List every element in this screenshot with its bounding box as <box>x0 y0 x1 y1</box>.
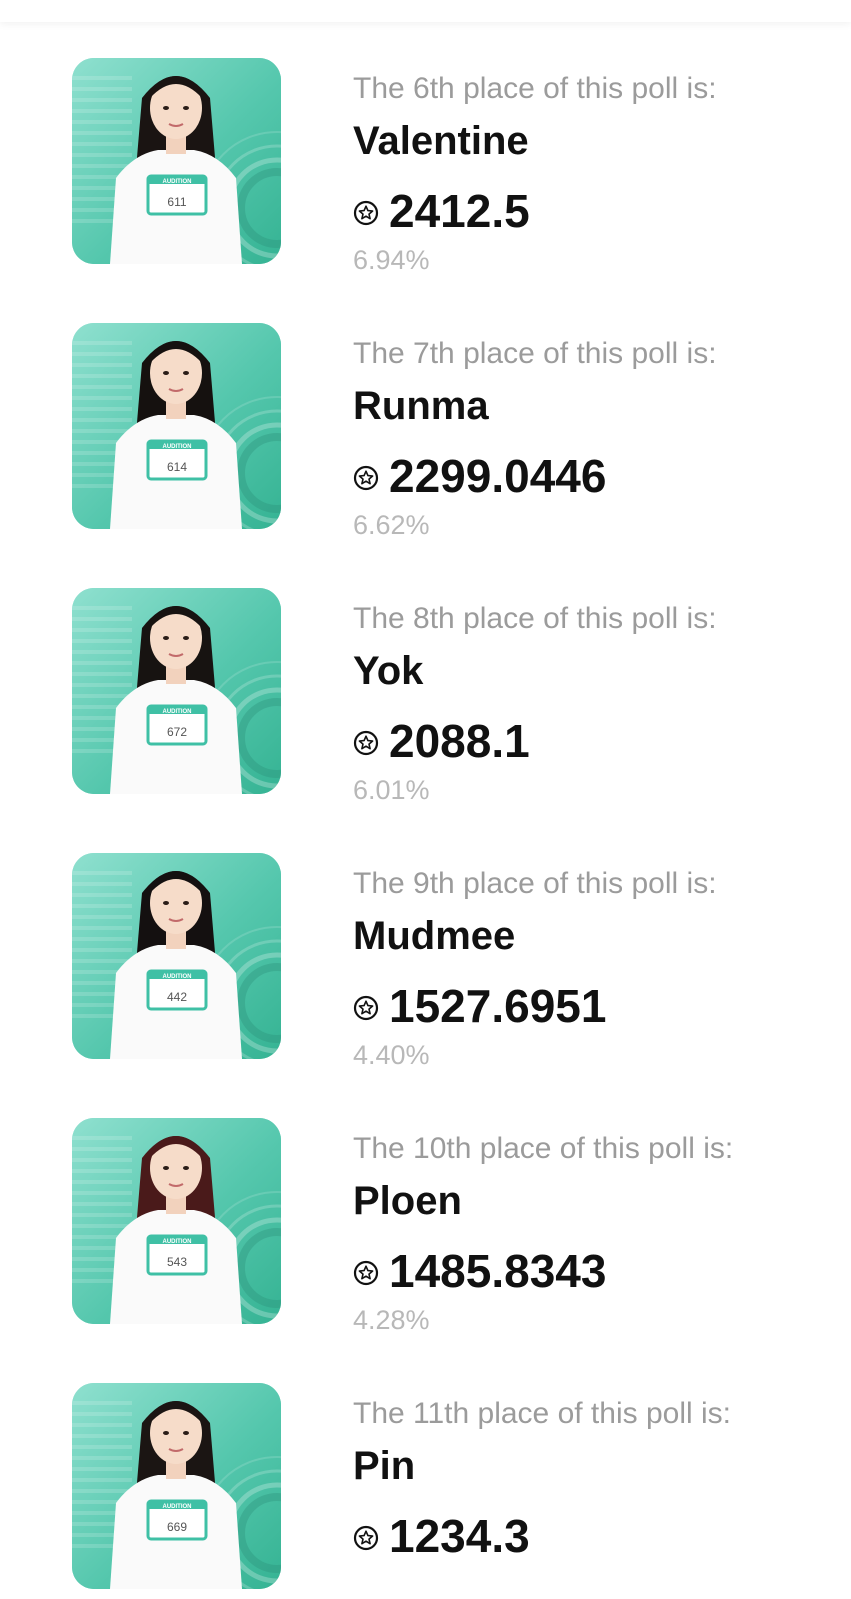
avatar: AUDITION 543 <box>72 1118 281 1324</box>
score-row: 1234.3 <box>353 1510 823 1562</box>
svg-text:442: 442 <box>167 990 187 1004</box>
list-item[interactable]: AUDITION 543 The 10th place of this poll … <box>0 1060 851 1335</box>
entry-info: The 6th place of this poll is: Valentine… <box>353 70 823 277</box>
svg-text:672: 672 <box>167 725 187 739</box>
star-in-circle-icon <box>353 465 379 491</box>
svg-text:AUDITION: AUDITION <box>163 444 192 450</box>
svg-text:611: 611 <box>167 195 186 209</box>
place-text: The 11th place of this poll is: <box>353 1397 731 1430</box>
entry-info: The 7th place of this poll is: Runma 229… <box>353 335 823 542</box>
score-value: 2299.0446 <box>389 450 607 502</box>
star-in-circle-icon <box>353 730 379 756</box>
score-value: 1485.8343 <box>389 1245 607 1297</box>
candidate-name: Mudmee <box>353 914 516 958</box>
score-row: 1485.8343 <box>353 1245 823 1297</box>
score-value: 2412.5 <box>389 185 530 237</box>
place-text: The 6th place of this poll is: <box>353 72 717 105</box>
score-row: 2412.5 <box>353 185 823 237</box>
svg-text:AUDITION: AUDITION <box>163 1239 192 1245</box>
star-in-circle-icon <box>353 200 379 226</box>
svg-text:614: 614 <box>167 460 187 474</box>
svg-text:AUDITION: AUDITION <box>163 179 192 185</box>
list-item[interactable]: AUDITION 672 The 8th place of this poll i… <box>0 530 851 805</box>
svg-text:AUDITION: AUDITION <box>163 1504 192 1510</box>
place-text: The 9th place of this poll is: <box>353 867 717 900</box>
list-item[interactable]: AUDITION 669 The 11th place of this poll … <box>0 1325 851 1595</box>
avatar: AUDITION 442 <box>72 853 281 1059</box>
avatar: AUDITION 672 <box>72 588 281 794</box>
candidate-name: Runma <box>353 384 489 428</box>
score-value: 2088.1 <box>389 715 530 767</box>
star-in-circle-icon <box>353 1525 379 1551</box>
score-row: 2299.0446 <box>353 450 823 502</box>
list-item[interactable]: AUDITION 611 The 6th place of this poll i… <box>0 0 851 275</box>
list-item[interactable]: AUDITION 614 The 7th place of this poll i… <box>0 265 851 540</box>
entry-info: The 8th place of this poll is: Yok 2088.… <box>353 600 823 807</box>
avatar: AUDITION 669 <box>72 1383 281 1589</box>
score-row: 2088.1 <box>353 715 823 767</box>
candidate-name: Ploen <box>353 1179 462 1223</box>
candidate-name: Pin <box>353 1444 416 1488</box>
avatar: AUDITION 611 <box>72 58 281 264</box>
score-row: 1527.6951 <box>353 980 823 1032</box>
svg-text:543: 543 <box>167 1255 187 1269</box>
entry-info: The 10th place of this poll is: Ploen 14… <box>353 1130 823 1337</box>
score-value: 1527.6951 <box>389 980 607 1032</box>
place-text: The 10th place of this poll is: <box>353 1132 734 1165</box>
score-value: 1234.3 <box>389 1510 530 1562</box>
candidate-name: Valentine <box>353 119 529 163</box>
svg-text:669: 669 <box>167 1520 187 1534</box>
entry-info: The 11th place of this poll is: Pin 1234… <box>353 1395 823 1568</box>
avatar: AUDITION 614 <box>72 323 281 529</box>
svg-text:AUDITION: AUDITION <box>163 709 192 715</box>
candidate-name: Yok <box>353 649 424 693</box>
entry-info: The 9th place of this poll is: Mudmee 15… <box>353 865 823 1072</box>
place-text: The 8th place of this poll is: <box>353 602 717 635</box>
star-in-circle-icon <box>353 1260 379 1286</box>
list-item[interactable]: AUDITION 442 The 9th place of this poll i… <box>0 795 851 1070</box>
star-in-circle-icon <box>353 995 379 1021</box>
place-text: The 7th place of this poll is: <box>353 337 717 370</box>
svg-text:AUDITION: AUDITION <box>163 974 192 980</box>
